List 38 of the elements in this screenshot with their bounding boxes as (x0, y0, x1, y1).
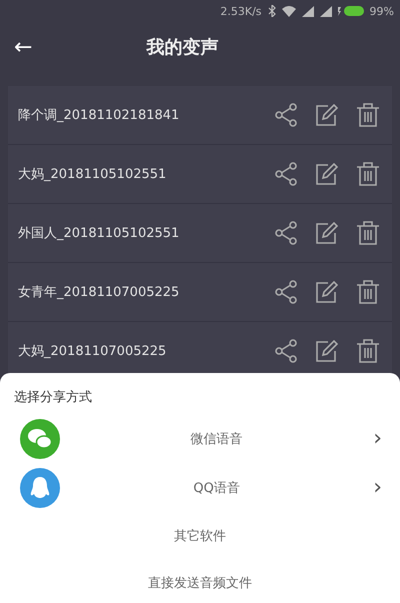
edit-icon[interactable] (315, 280, 339, 304)
bluetooth-icon (268, 5, 276, 17)
edit-icon[interactable] (315, 162, 339, 186)
battery-icon (338, 6, 364, 16)
share-icon[interactable] (274, 339, 298, 363)
recording-name[interactable]: 女青年_20181107005225 (18, 283, 180, 301)
share-icon[interactable] (274, 162, 298, 186)
back-button[interactable]: ← (10, 34, 36, 60)
share-icon[interactable] (274, 280, 298, 304)
share-option[interactable]: 直接发送音频文件 (0, 574, 400, 592)
trash-icon[interactable] (356, 162, 380, 186)
share-icon[interactable] (274, 221, 298, 245)
edit-icon[interactable] (315, 339, 339, 363)
edit-icon[interactable] (315, 221, 339, 245)
chevron-icon[interactable]: › (373, 426, 382, 451)
share-icon[interactable] (274, 103, 298, 127)
sheet-title: 选择分享方式 (13, 389, 93, 407)
penguin-icon (20, 468, 60, 508)
recording-name[interactable]: 降个调_20181102181841 (18, 106, 180, 124)
signal-icon (302, 6, 314, 16)
share-option[interactable]: 微信语音 (60, 430, 374, 448)
share-option[interactable]: QQ语音 (60, 478, 374, 496)
trash-icon[interactable] (356, 339, 380, 363)
trash-icon[interactable] (356, 221, 380, 245)
recording-name[interactable]: 大妈_20181105102551 (18, 165, 166, 183)
share-option[interactable]: 其它软件 (0, 526, 400, 544)
network-speed: 2.53K/s (220, 4, 262, 18)
trash-icon[interactable] (356, 103, 380, 127)
wifi-icon (282, 6, 296, 16)
page-title: 我的变声 (146, 36, 218, 59)
battery-level: 99% (370, 4, 394, 18)
chat-bubbles-icon (20, 418, 60, 458)
recording-name[interactable]: 大妈_20181107005225 (18, 342, 166, 360)
trash-icon[interactable] (356, 280, 380, 304)
edit-icon[interactable] (315, 103, 339, 127)
signal-icon (320, 6, 332, 16)
chevron-icon[interactable]: › (373, 475, 382, 500)
recording-name[interactable]: 外国人_20181105102551 (18, 224, 180, 242)
